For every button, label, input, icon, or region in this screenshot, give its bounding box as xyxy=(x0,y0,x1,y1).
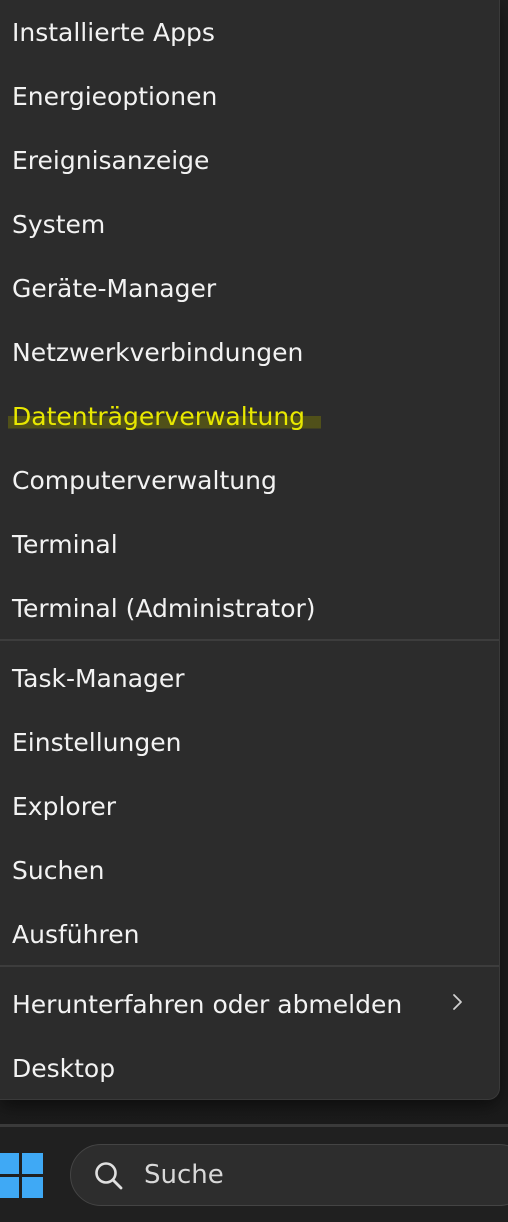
menu-item-installed-apps[interactable]: Installierte Apps xyxy=(0,0,499,64)
menu-item-system[interactable]: System xyxy=(0,192,499,256)
windows-logo-icon[interactable] xyxy=(0,1153,44,1199)
menu-separator xyxy=(0,965,499,967)
menu-item-desktop[interactable]: Desktop xyxy=(0,1036,499,1100)
menu-item-computer-management[interactable]: Computerverwaltung xyxy=(0,448,499,512)
menu-separator xyxy=(0,639,499,641)
menu-item-label: Netzwerkverbindungen xyxy=(12,337,304,367)
menu-item-shutdown-signout[interactable]: Herunterfahren oder abmelden xyxy=(0,972,499,1036)
menu-item-label: Suchen xyxy=(12,855,105,885)
menu-item-disk-management[interactable]: Datenträgerverwaltung xyxy=(0,384,499,448)
menu-item-label: Datenträgerverwaltung xyxy=(8,401,322,431)
menu-item-explorer[interactable]: Explorer xyxy=(0,774,499,838)
menu-item-label: Einstellungen xyxy=(12,727,182,757)
menu-item-label: Terminal (Administrator) xyxy=(12,593,316,623)
menu-item-task-manager[interactable]: Task-Manager xyxy=(0,646,499,710)
winx-context-menu: Installierte Apps Energieoptionen Ereign… xyxy=(0,0,500,1100)
taskbar-search-box[interactable]: Suche xyxy=(70,1144,508,1206)
menu-item-label: Energieoptionen xyxy=(12,81,218,111)
menu-item-label: Ereignisanzeige xyxy=(12,145,210,175)
menu-item-label: Explorer xyxy=(12,791,117,821)
menu-item-run[interactable]: Ausführen xyxy=(0,902,499,966)
menu-item-label: Herunterfahren oder abmelden xyxy=(12,989,403,1019)
menu-item-search[interactable]: Suchen xyxy=(0,838,499,902)
menu-item-label: Desktop xyxy=(12,1053,116,1083)
menu-item-network-connections[interactable]: Netzwerkverbindungen xyxy=(0,320,499,384)
search-placeholder: Suche xyxy=(144,1160,224,1190)
menu-item-device-manager[interactable]: Geräte-Manager xyxy=(0,256,499,320)
menu-item-label: Installierte Apps xyxy=(12,17,215,47)
menu-item-label: Terminal xyxy=(12,529,118,559)
menu-item-power-options[interactable]: Energieoptionen xyxy=(0,64,499,128)
menu-item-label: Task-Manager xyxy=(12,663,185,693)
menu-item-terminal-admin[interactable]: Terminal (Administrator) xyxy=(0,576,499,640)
taskbar: Suche xyxy=(0,1127,508,1222)
menu-item-label: Geräte-Manager xyxy=(12,273,217,303)
search-icon xyxy=(95,1162,123,1190)
menu-item-terminal[interactable]: Terminal xyxy=(0,512,499,576)
menu-item-label: Computerverwaltung xyxy=(12,465,277,495)
screen: Installierte Apps Energieoptionen Ereign… xyxy=(0,0,508,1222)
menu-item-label: System xyxy=(12,209,106,239)
menu-item-event-viewer[interactable]: Ereignisanzeige xyxy=(0,128,499,192)
menu-item-label: Ausführen xyxy=(12,919,140,949)
menu-item-settings[interactable]: Einstellungen xyxy=(0,710,499,774)
chevron-right-icon xyxy=(453,994,462,1010)
